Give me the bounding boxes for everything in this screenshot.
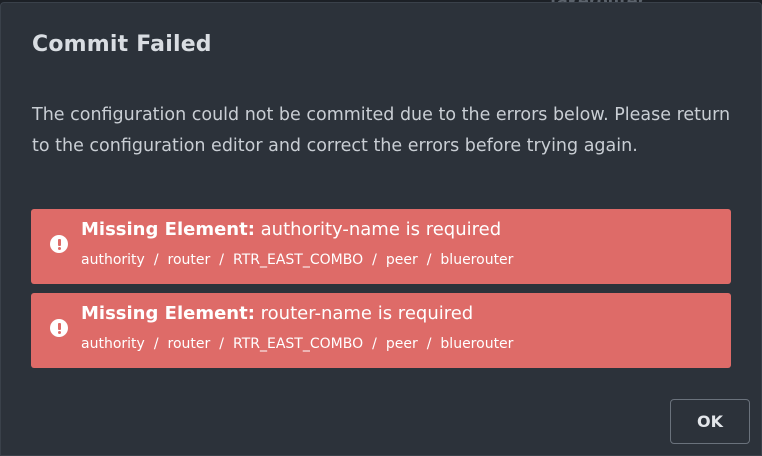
path-separator: /: [372, 336, 377, 352]
dialog-message: The configuration could not be commited …: [32, 105, 731, 156]
path-separator: /: [372, 252, 377, 268]
path-segment: bluerouter: [440, 252, 514, 268]
error-text: authority-name is required: [260, 219, 502, 240]
error-message: Missing Element: authority-name is requi…: [81, 219, 501, 240]
error-path: authority / router / RTR_EAST_COMBO / peer / blu…: [81, 336, 513, 352]
ok-button[interactable]: OK: [670, 399, 750, 444]
path-separator: /: [426, 336, 432, 352]
path-separator: /: [426, 252, 432, 268]
path-separator: /: [219, 336, 224, 352]
path-segment: router: [167, 336, 211, 352]
commit-failed-dialog: Commit Failed The configuration could no…: [0, 2, 762, 456]
path-segment: authority: [81, 336, 145, 352]
error-list: Missing Element: authority-name is requi…: [31, 209, 731, 377]
error-item: Missing Element: router-name is required…: [31, 293, 731, 368]
path-separator: /: [153, 252, 159, 268]
path-segment: peer: [385, 252, 418, 268]
path-segment: peer: [385, 336, 418, 352]
dialog-title: Commit Failed: [32, 32, 212, 57]
path-segment: bluerouter: [440, 336, 514, 352]
error-path: authority / router / RTR_EAST_COMBO / peer / blu…: [81, 252, 513, 268]
path-segment: authority: [81, 252, 145, 268]
path-segment: RTR_EAST_COMBO: [233, 252, 364, 268]
error-message: Missing Element: router-name is required: [81, 303, 473, 324]
error-label: Missing Element:: [81, 303, 255, 324]
path-segment: RTR_EAST_COMBO: [233, 336, 364, 352]
error-text: router-name is required: [260, 303, 474, 324]
error-item: Missing Element: authority-name is requi…: [31, 209, 731, 284]
path-separator: /: [153, 336, 159, 352]
error-label: Missing Element:: [81, 219, 255, 240]
path-separator: /: [219, 252, 224, 268]
exclamation-circle-icon: [50, 235, 68, 253]
exclamation-circle-icon: [50, 319, 68, 337]
path-segment: router: [167, 252, 211, 268]
